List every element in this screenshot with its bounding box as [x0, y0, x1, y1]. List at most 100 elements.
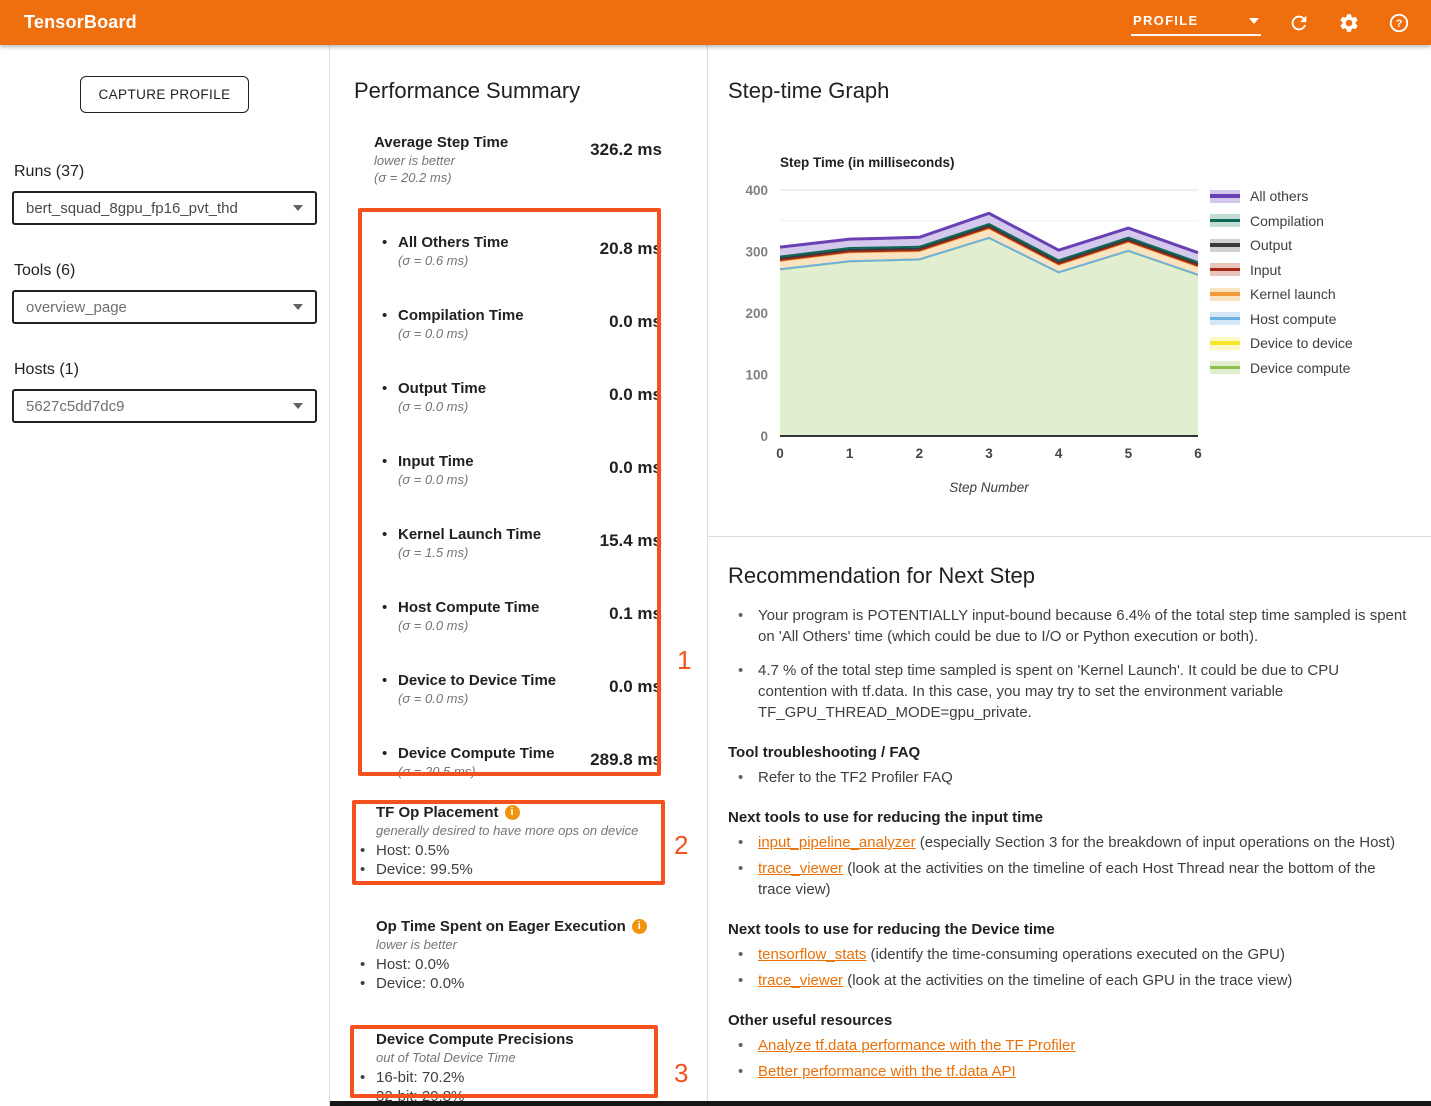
list-item: 16-bit: 70.2%: [360, 1068, 670, 1087]
step-time-graph-panel: Step-time Graph Step Time (in millisecon…: [708, 45, 1431, 1106]
tools-select-value: overview_page: [26, 299, 127, 316]
device-precisions-block: Device Compute Precisions out of Total D…: [360, 1030, 670, 1106]
bullet-icon: •: [382, 671, 398, 742]
bullet-icon: •: [382, 306, 398, 377]
metric-value: 326.2 ms: [590, 133, 662, 186]
bullet-icon: •: [382, 233, 398, 304]
topbar-controls: PROFILE ?: [1131, 9, 1431, 36]
recommendation-subsections: Tool troubleshooting / FAQ Refer to the T…: [728, 743, 1408, 1082]
svg-text:300: 300: [745, 245, 768, 260]
dashboard-selector-value: PROFILE: [1133, 13, 1198, 28]
legend-swatch-icon: [1210, 288, 1240, 301]
metric-sigma: (σ = 20.2 ms): [374, 169, 508, 186]
legend-label: Device compute: [1250, 360, 1350, 376]
legend-item-device-compute: Device compute: [1210, 360, 1353, 376]
metric-sigma: (σ = 0.0 ms): [398, 690, 556, 707]
chevron-down-icon: [293, 205, 303, 211]
metric-row-all-others-time: •All Others Time(σ = 0.6 ms)20.8 ms: [382, 231, 662, 304]
bullet-icon: •: [382, 598, 398, 669]
metric-value: 0.0 ms: [609, 306, 662, 377]
link-tensorflow-stats[interactable]: tensorflow_stats: [758, 946, 866, 963]
metric-sigma: (σ = 0.0 ms): [398, 617, 539, 634]
legend-label: Host compute: [1250, 311, 1336, 327]
app-title: TensorBoard: [24, 12, 137, 33]
step-time-breakdown-list: •All Others Time(σ = 0.6 ms)20.8 ms•Comp…: [382, 231, 662, 815]
settings-gear-icon[interactable]: [1337, 11, 1361, 35]
recommendation-title: Recommendation for Next Step: [728, 563, 1408, 589]
legend-item-host-compute: Host compute: [1210, 311, 1353, 327]
top-app-bar: TensorBoard PROFILE ?: [0, 0, 1431, 45]
refresh-icon[interactable]: [1287, 11, 1311, 35]
eager-execution-block: Op Time Spent on Eager Execution i lower…: [360, 917, 670, 993]
eager-execution-list: Host: 0.0%Device: 0.0%: [360, 955, 670, 993]
metric-row-device-to-device-time: •Device to Device Time(σ = 0.0 ms)0.0 ms: [382, 669, 662, 742]
help-icon[interactable]: ?: [1387, 11, 1411, 35]
dashboard-selector[interactable]: PROFILE: [1131, 9, 1261, 36]
average-step-time-row: Average Step Time lower is better (σ = 2…: [374, 133, 662, 186]
bottom-scrollbar[interactable]: [330, 1101, 1431, 1106]
recommendation-item: Your program is POTENTIALLY input-bound …: [728, 605, 1408, 647]
subsection-heading-tool-troubleshooting-faq: Tool troubleshooting / FAQ: [728, 743, 1408, 763]
link-trace-viewer[interactable]: trace_viewer: [758, 972, 843, 989]
tools-select[interactable]: overview_page: [12, 290, 317, 324]
metric-label: Average Step Time: [374, 133, 508, 152]
metric-label: Compilation Time: [398, 306, 524, 325]
link-better-performance-with-the-tf-data-api[interactable]: Better performance with the tf.data API: [758, 1063, 1016, 1080]
metric-sigma: (σ = 0.0 ms): [398, 471, 474, 488]
legend-label: Input: [1250, 262, 1281, 278]
svg-text:3: 3: [985, 446, 993, 461]
device-precisions-title: Device Compute Precisions: [376, 1030, 574, 1049]
link-input-pipeline-analyzer[interactable]: input_pipeline_analyzer: [758, 834, 916, 851]
metric-value: 0.1 ms: [609, 598, 662, 669]
metric-note: lower is better: [374, 152, 508, 169]
info-icon[interactable]: i: [505, 805, 520, 820]
metric-label: Input Time: [398, 452, 474, 471]
legend-label: Output: [1250, 237, 1292, 253]
tf-op-placement-subtitle: generally desired to have more ops on de…: [360, 822, 670, 840]
item-text: Refer to the TF2 Profiler FAQ: [758, 769, 953, 786]
eager-execution-subtitle: lower is better: [360, 936, 670, 954]
section-divider: [708, 536, 1431, 537]
svg-text:400: 400: [745, 183, 768, 198]
chevron-down-icon: [293, 403, 303, 409]
hosts-select[interactable]: 5627c5dd7dc9: [12, 389, 317, 423]
bullet-icon: •: [382, 379, 398, 450]
metric-value: 0.0 ms: [609, 452, 662, 523]
subsection-list: input_pipeline_analyzer (especially Sect…: [728, 832, 1408, 900]
device-precisions-subtitle: out of Total Device Time: [360, 1049, 670, 1067]
metric-row-input-time: •Input Time(σ = 0.0 ms)0.0 ms: [382, 450, 662, 523]
runs-select[interactable]: bert_squad_8gpu_fp16_pvt_thd: [12, 191, 317, 225]
annotation-number-2: 2: [674, 830, 688, 861]
recommendation-item: Analyze tf.data performance with the TF …: [728, 1035, 1408, 1056]
info-icon[interactable]: i: [632, 919, 647, 934]
svg-text:100: 100: [745, 368, 768, 383]
legend-label: All others: [1250, 188, 1308, 204]
svg-text:Step Time (in milliseconds): Step Time (in milliseconds): [780, 155, 955, 170]
metric-label: Output Time: [398, 379, 486, 398]
performance-summary-panel: Performance Summary Average Step Time lo…: [330, 45, 708, 1106]
step-time-chart: Step Time (in milliseconds)0100200300400…: [738, 140, 1218, 510]
metric-sigma: (σ = 20.5 ms): [398, 763, 554, 780]
tools-label: Tools (6): [14, 262, 329, 280]
legend-swatch-icon: [1210, 361, 1240, 374]
list-item: Device: 0.0%: [360, 974, 670, 993]
svg-text:4: 4: [1055, 446, 1063, 461]
metric-value: 20.8 ms: [600, 233, 662, 304]
list-item: Host: 0.5%: [360, 841, 670, 860]
eager-execution-title: Op Time Spent on Eager Execution: [376, 917, 626, 936]
svg-text:2: 2: [916, 446, 924, 461]
legend-item-device-to-device: Device to device: [1210, 335, 1353, 351]
legend-label: Compilation: [1250, 213, 1324, 229]
recommendation-item: tensorflow_stats (identify the time-cons…: [728, 944, 1408, 965]
metric-sigma: (σ = 0.6 ms): [398, 252, 509, 269]
legend-swatch-icon: [1210, 214, 1240, 227]
link-analyze-tf-data-performance-with-the-tf-profiler[interactable]: Analyze tf.data performance with the TF …: [758, 1037, 1075, 1054]
subsection-list: Refer to the TF2 Profiler FAQ: [728, 767, 1408, 788]
item-text: (identify the time-consuming operations …: [866, 946, 1285, 963]
step-time-graph-title: Step-time Graph: [728, 78, 889, 104]
capture-profile-button[interactable]: CAPTURE PROFILE: [80, 76, 248, 113]
legend-swatch-icon: [1210, 239, 1240, 252]
link-trace-viewer[interactable]: trace_viewer: [758, 860, 843, 877]
chevron-down-icon: [293, 304, 303, 310]
item-text: (especially Section 3 for the breakdown …: [916, 834, 1395, 851]
